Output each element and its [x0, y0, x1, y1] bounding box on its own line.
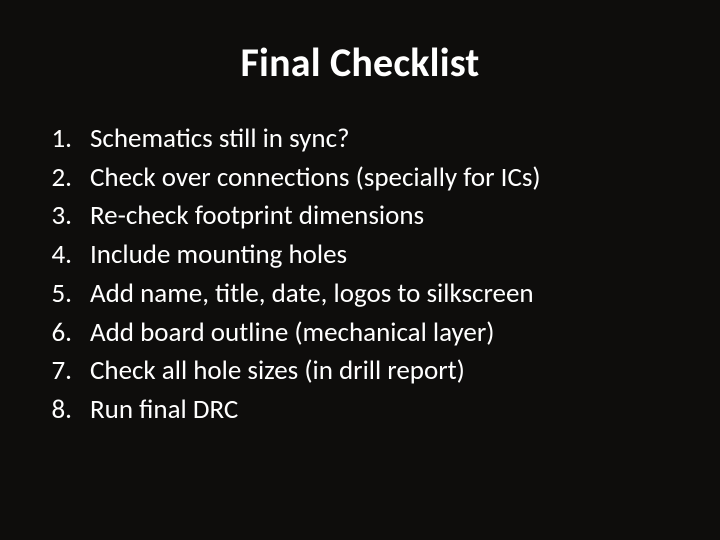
item-number: 2.: [48, 160, 90, 199]
list-item: 1. Schematics still in sync?: [48, 121, 541, 160]
item-number: 5.: [48, 276, 90, 315]
slide-title: Final Checklist: [48, 38, 672, 87]
item-number: 1.: [48, 121, 90, 160]
item-text: Check over connections (specially for IC…: [90, 160, 541, 199]
item-text: Add board outline (mechanical layer): [90, 315, 541, 354]
item-text: Include mounting holes: [90, 237, 541, 276]
item-number: 3.: [48, 198, 90, 237]
item-number: 4.: [48, 237, 90, 276]
checklist: 1. Schematics still in sync? 2. Check ov…: [48, 121, 541, 431]
item-text: Add name, title, date, logos to silkscre…: [90, 276, 541, 315]
list-item: 5. Add name, title, date, logos to silks…: [48, 276, 541, 315]
list-item: 4. Include mounting holes: [48, 237, 541, 276]
item-number: 7.: [48, 353, 90, 392]
item-text: Re-check footprint dimensions: [90, 198, 541, 237]
list-item: 6. Add board outline (mechanical layer): [48, 315, 541, 354]
list-item: 3. Re-check footprint dimensions: [48, 198, 541, 237]
item-text: Check all hole sizes (in drill report): [90, 353, 541, 392]
list-item: 7. Check all hole sizes (in drill report…: [48, 353, 541, 392]
item-text: Run final DRC: [90, 392, 541, 431]
list-item: 8. Run final DRC: [48, 392, 541, 431]
item-number: 6.: [48, 315, 90, 354]
list-item: 2. Check over connections (specially for…: [48, 160, 541, 199]
item-number: 8.: [48, 392, 90, 431]
item-text: Schematics still in sync?: [90, 121, 541, 160]
